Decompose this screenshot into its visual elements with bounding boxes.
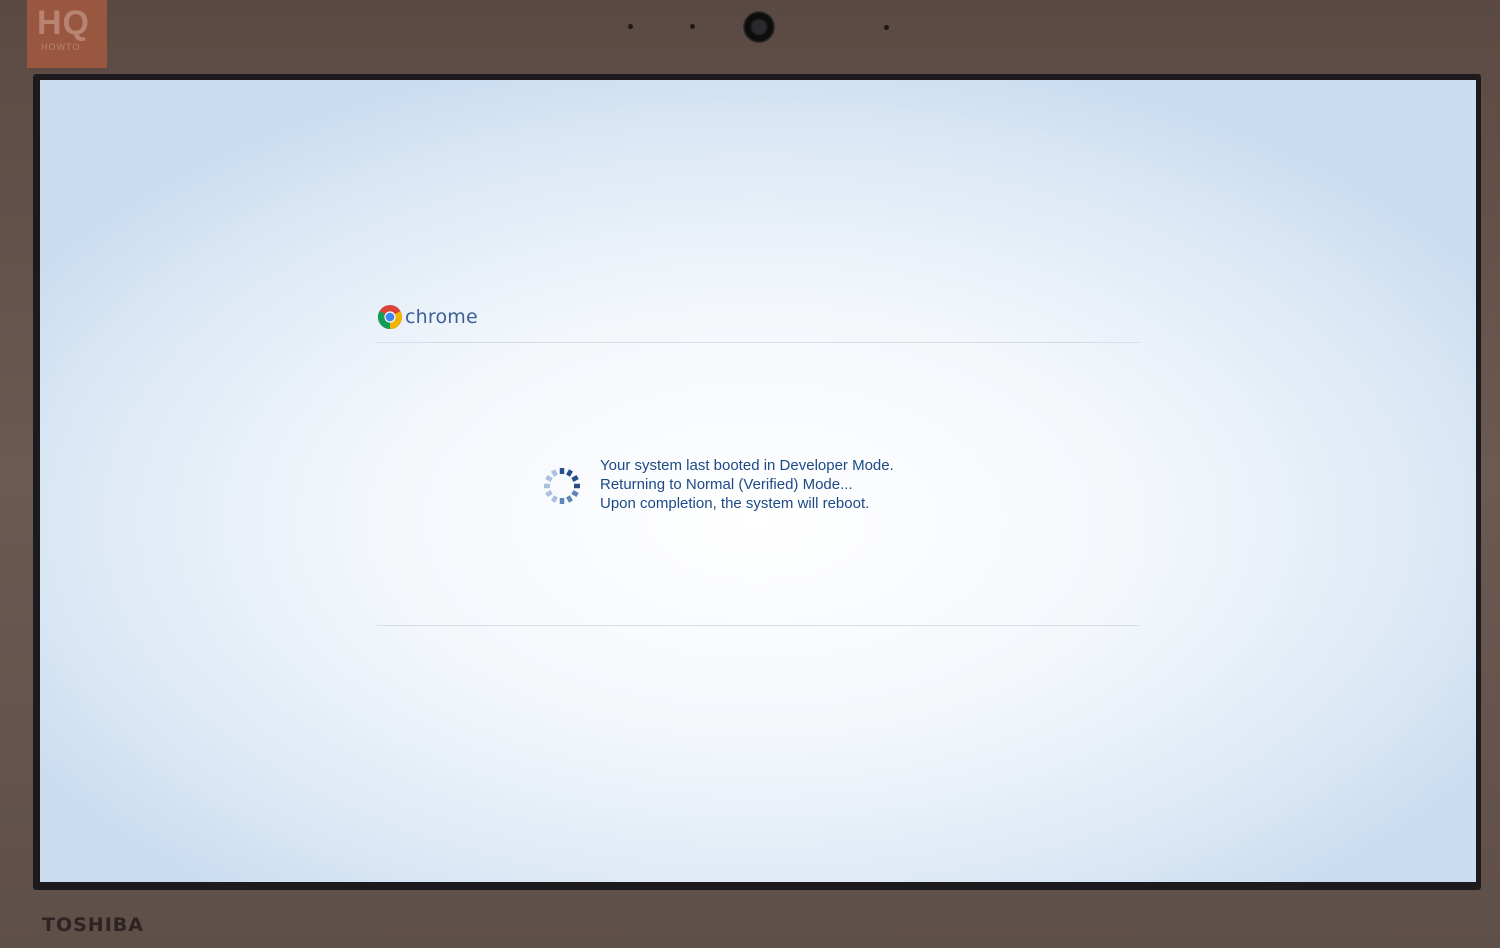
status-line-returning: Returning to Normal (Verified) Mode... xyxy=(600,476,853,493)
spinner-segment xyxy=(571,490,579,497)
watermark-logo: HQ HOWTO xyxy=(27,0,107,68)
spinner-segment xyxy=(566,495,573,503)
spinner-segment xyxy=(551,495,558,503)
spinner-segment xyxy=(571,475,579,482)
webcam-icon xyxy=(743,11,775,43)
product-name: chrome xyxy=(405,306,478,328)
chrome-header: chrome xyxy=(377,304,478,330)
screen: chrome Your system last booted in Develo… xyxy=(40,80,1476,882)
spinner-segment xyxy=(545,475,553,482)
chrome-logo-icon xyxy=(377,305,403,330)
sensor-dot-icon xyxy=(628,24,633,29)
laptop-bezel: HQ HOWTO chrome Your system last booted … xyxy=(0,0,1500,948)
status-message: Your system last booted in Developer Mod… xyxy=(600,456,894,513)
divider-bottom xyxy=(377,625,1139,626)
status-line-reboot: Upon completion, the system will reboot. xyxy=(600,495,870,512)
divider-top xyxy=(377,342,1139,343)
spinner-segment xyxy=(545,490,553,497)
spinner-segment xyxy=(566,469,573,477)
device-brand: TOSHIBA xyxy=(42,914,144,936)
spinner-segment xyxy=(551,469,558,477)
watermark-subtext: HOWTO xyxy=(41,42,81,52)
loading-spinner-icon xyxy=(544,468,580,504)
watermark-text: HQ xyxy=(37,4,90,42)
sensor-dot-icon xyxy=(690,24,695,29)
status-line-developer-mode: Your system last booted in Developer Mod… xyxy=(600,457,894,474)
sensor-dot-icon xyxy=(884,25,889,30)
